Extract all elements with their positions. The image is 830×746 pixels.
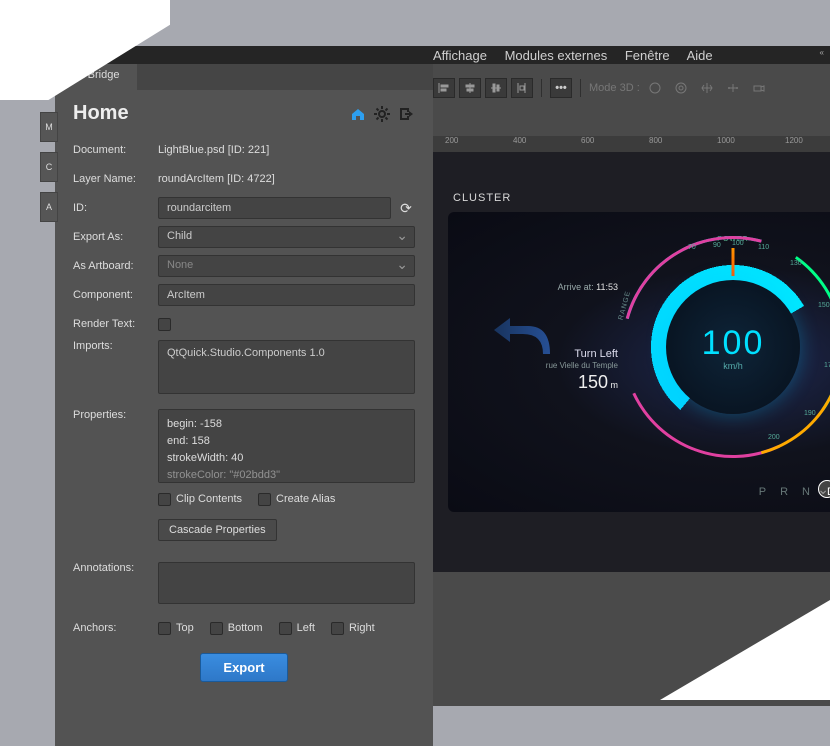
imports-textarea[interactable]: QtQuick.Studio.Components 1.0 <box>158 340 415 394</box>
options-bar: ••• Mode 3D : <box>433 76 830 100</box>
menu-aide[interactable]: Aide <box>687 48 713 63</box>
needle-icon <box>732 248 735 276</box>
page-title: Home <box>73 102 343 125</box>
3d-camera-icon[interactable] <box>748 78 770 98</box>
gear-icon[interactable] <box>373 105 391 123</box>
properties-textarea[interactable]: begin: -158 end: 158 strokeWidth: 40 str… <box>158 409 415 483</box>
anchor-top-checkbox[interactable] <box>158 622 171 635</box>
align-right-icon[interactable] <box>485 78 507 98</box>
create-alias-label: Create Alias <box>276 493 335 505</box>
3d-pan-icon[interactable] <box>696 78 718 98</box>
anchor-top-label: Top <box>176 622 194 634</box>
export-icon[interactable] <box>397 105 415 123</box>
gear-indicator: PRND <box>759 480 830 498</box>
anchor-bottom-checkbox[interactable] <box>210 622 223 635</box>
menu-fenetre[interactable]: Fenêtre <box>625 48 670 63</box>
layer-label: Layer Name: <box>73 173 158 185</box>
arrive-at: Arrive at: 11:53 <box>478 282 618 292</box>
gear-selected: D <box>818 480 830 498</box>
document-label: Document: <box>73 144 158 156</box>
exportas-select[interactable]: Child <box>158 226 415 248</box>
speedometer-gauge: POWER RANGE 100 km/h 70 90 100 11 <box>618 232 830 462</box>
component-label: Component: <box>73 289 158 301</box>
artboard-title: CLUSTER <box>453 192 511 204</box>
turn-left-arrow-icon <box>488 312 558 362</box>
clip-contents-label: Clip Contents <box>176 493 242 505</box>
3d-orbit-icon[interactable] <box>644 78 666 98</box>
layer-value: roundArcItem [ID: 4722] <box>158 173 415 185</box>
sidebar-item-a[interactable]: A <box>40 192 58 222</box>
mode-3d-label: Mode 3D : <box>589 82 640 94</box>
align-center-h-icon[interactable] <box>459 78 481 98</box>
anchor-left-label: Left <box>297 622 315 634</box>
document-canvas[interactable]: CLUSTER Arrive at: 11:53 Turn Left rue V… <box>433 152 830 572</box>
menubar: Affichage Modules externes Fenêtre Aide <box>433 48 727 63</box>
annotations-label: Annotations: <box>73 562 158 574</box>
cascade-properties-button[interactable]: Cascade Properties <box>158 519 277 541</box>
turn-distance: 150 m <box>478 372 618 393</box>
sidebar-item-c[interactable]: C <box>40 152 58 182</box>
speed-unit: km/h <box>723 361 743 371</box>
3d-slide-icon[interactable] <box>722 78 744 98</box>
anchor-left-checkbox[interactable] <box>279 622 292 635</box>
id-label: ID: <box>73 202 158 214</box>
clip-contents-checkbox[interactable] <box>158 493 171 506</box>
horizontal-ruler: 200 400 600 800 1000 1200 1400 <box>433 136 830 152</box>
exportas-label: Export As: <box>73 231 158 243</box>
3d-roll-icon[interactable] <box>670 78 692 98</box>
anchors-label: Anchors: <box>73 622 158 634</box>
align-left-icon[interactable] <box>433 78 455 98</box>
menu-modules-externes[interactable]: Modules externes <box>505 48 608 63</box>
anchor-bottom-label: Bottom <box>228 622 263 634</box>
speed-value: 100 <box>702 324 765 363</box>
anchor-right-label: Right <box>349 622 375 634</box>
cluster-artboard[interactable]: Arrive at: 11:53 Turn Left rue Vielle du… <box>448 212 830 512</box>
qt-bridge-panel: Qt Bridge Home M C A Document:LightBlue.… <box>55 64 433 746</box>
align-vertical-icon[interactable] <box>511 78 533 98</box>
annotations-textarea[interactable] <box>158 562 415 604</box>
rendertext-label: Render Text: <box>73 318 158 330</box>
artboard-label: As Artboard: <box>73 260 158 272</box>
sidebar-item-m[interactable]: M <box>40 112 58 142</box>
menu-affichage[interactable]: Affichage <box>433 48 487 63</box>
create-alias-checkbox[interactable] <box>258 493 271 506</box>
imports-label: Imports: <box>73 340 158 352</box>
id-field[interactable] <box>158 197 391 219</box>
street-name: rue Vielle du Temple <box>478 361 618 370</box>
artboard-select[interactable]: None <box>158 255 415 277</box>
home-icon[interactable] <box>349 105 367 123</box>
anchor-right-checkbox[interactable] <box>331 622 344 635</box>
more-options-icon[interactable]: ••• <box>550 78 572 98</box>
document-value: LightBlue.psd [ID: 221] <box>158 144 415 156</box>
component-field[interactable] <box>158 284 415 306</box>
refresh-icon[interactable]: ⟳ <box>397 200 415 217</box>
properties-label: Properties: <box>73 409 158 421</box>
export-button[interactable]: Export <box>200 653 287 682</box>
rendertext-checkbox[interactable] <box>158 318 171 331</box>
collapse-chevron-icon[interactable]: « <box>820 48 822 57</box>
